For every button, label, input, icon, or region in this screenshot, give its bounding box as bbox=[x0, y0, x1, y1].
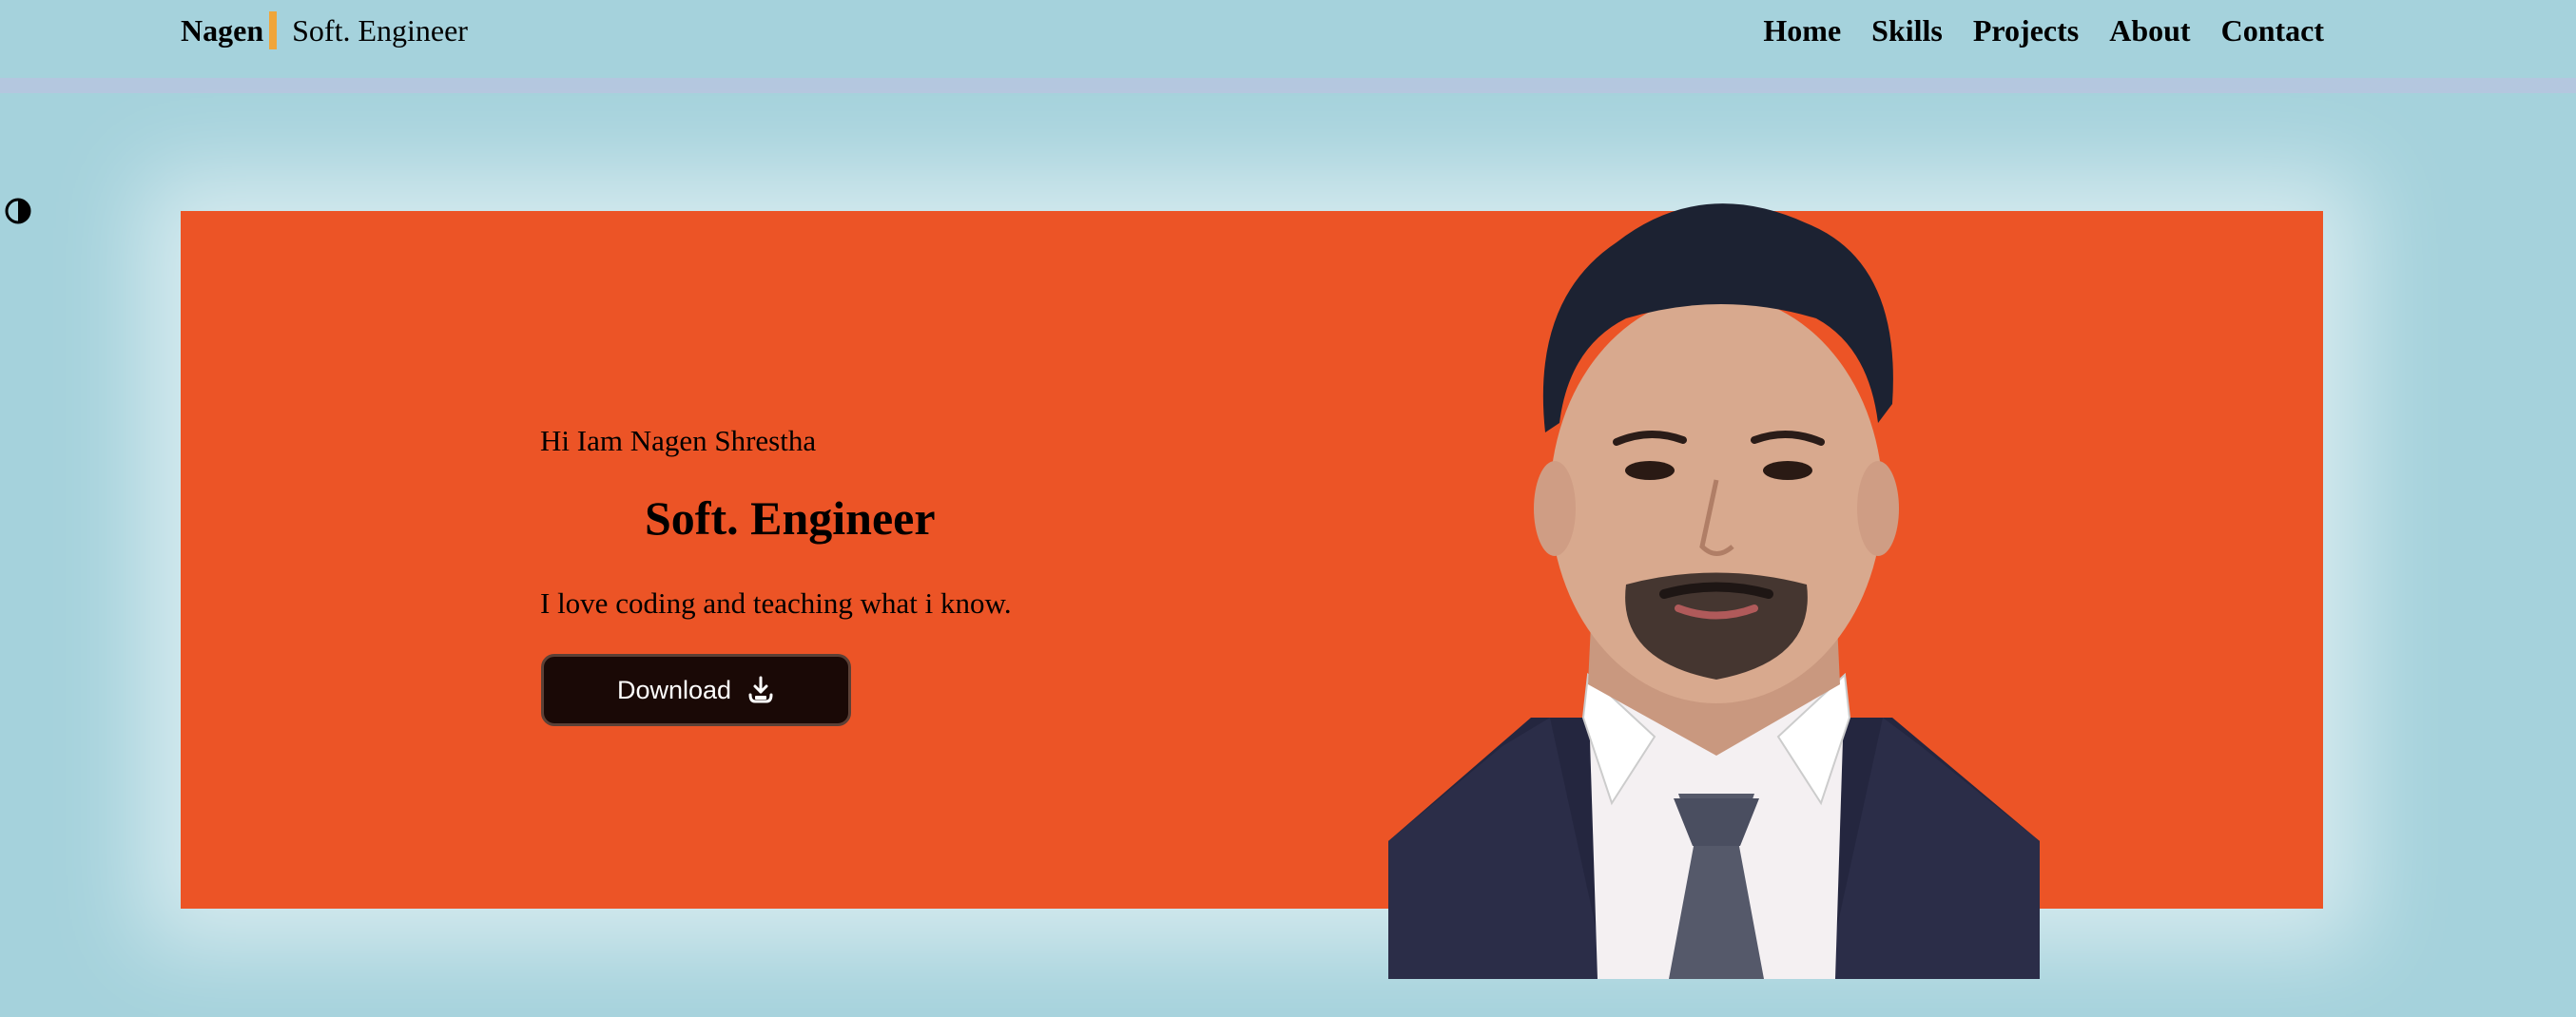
nav-projects[interactable]: Projects bbox=[1973, 11, 2079, 49]
brand-name: Nagen bbox=[181, 13, 264, 48]
download-label: Download bbox=[616, 675, 732, 704]
contrast-icon bbox=[5, 198, 31, 224]
brand-accent-bar bbox=[269, 11, 278, 49]
brand[interactable]: Nagen Soft. Engineer bbox=[181, 11, 468, 49]
theme-toggle-button[interactable] bbox=[4, 197, 32, 225]
nav-contact[interactable]: Contact bbox=[2221, 11, 2324, 49]
hero-title: Soft. Engineer bbox=[645, 491, 936, 545]
nav-about[interactable]: About bbox=[2109, 11, 2190, 49]
brand-subtitle: Soft. Engineer bbox=[292, 13, 468, 48]
download-button[interactable]: Download bbox=[541, 654, 851, 726]
hero-tagline: I love coding and teaching what i know. bbox=[540, 586, 1012, 620]
site-header: Nagen Soft. Engineer Home Skills Project… bbox=[0, 0, 2576, 93]
hero-greeting: Hi Iam Nagen Shrestha bbox=[540, 424, 817, 457]
profile-photo bbox=[1388, 203, 2040, 979]
nav-skills[interactable]: Skills bbox=[1871, 11, 1943, 49]
main-nav: Home Skills Projects About Contact bbox=[1763, 11, 2324, 49]
nav-home[interactable]: Home bbox=[1763, 11, 1841, 49]
download-icon bbox=[748, 676, 773, 703]
